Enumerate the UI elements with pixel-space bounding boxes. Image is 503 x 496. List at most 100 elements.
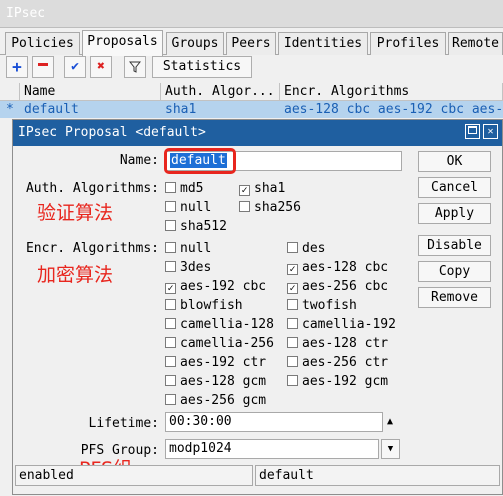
checkbox-icon[interactable]	[287, 375, 298, 386]
encr-twofish-option[interactable]: twofish	[287, 298, 357, 314]
encr-aes-128-gcm-option[interactable]: aes-128 gcm	[165, 374, 266, 390]
disable-x-icon[interactable]: ✖	[90, 56, 112, 78]
auth-null-option[interactable]: null	[165, 200, 211, 216]
option-label: aes-192 ctr	[180, 355, 267, 370]
pfs-group-select[interactable]: modp1024	[165, 439, 379, 459]
checkbox-icon[interactable]	[165, 242, 176, 253]
encr-blowfish-option[interactable]: blowfish	[165, 298, 243, 314]
option-label: blowfish	[180, 298, 243, 313]
checkbox-icon[interactable]	[165, 220, 176, 231]
auth-sha1-option[interactable]: ✓ sha1	[239, 181, 285, 197]
status-enabled: enabled	[15, 465, 253, 486]
checkbox-icon[interactable]	[287, 318, 298, 329]
option-label: camellia-128	[180, 317, 274, 332]
encr-camellia-128-option[interactable]: camellia-128	[165, 317, 274, 333]
checkbox-icon[interactable]	[165, 356, 176, 367]
checkbox-icon[interactable]	[287, 299, 298, 310]
ipsec-proposal-dialog: IPsec Proposal <default> ✕ Name: default…	[12, 119, 503, 495]
tab-proposals[interactable]: Proposals	[82, 30, 163, 56]
checkbox-checked-icon[interactable]: ✓	[287, 283, 298, 294]
lifetime-field[interactable]: 00:30:00	[165, 412, 383, 432]
remove-icon[interactable]	[32, 56, 54, 78]
toolbar: + ✔ ✖ Statistics	[0, 56, 503, 84]
encr-3des-option[interactable]: 3des	[165, 260, 211, 276]
add-icon[interactable]: +	[6, 56, 28, 78]
tab-peers[interactable]: Peers	[226, 32, 276, 55]
dropdown-icon[interactable]: ▼	[381, 439, 400, 459]
auth-sha512-option[interactable]: sha512	[165, 219, 227, 235]
option-label: null	[180, 241, 212, 256]
enable-check-icon[interactable]: ✔	[64, 56, 86, 78]
option-label: aes-128 gcm	[180, 374, 267, 389]
option-label: camellia-192	[302, 317, 396, 332]
encr-des-option[interactable]: des	[287, 241, 325, 257]
apply-button[interactable]: Apply	[418, 203, 491, 224]
encr-aes-256-gcm-option[interactable]: aes-256 gcm	[165, 393, 266, 409]
dialog-titlebar: IPsec Proposal <default> ✕	[13, 120, 502, 146]
tab-profiles[interactable]: Profiles	[370, 32, 446, 55]
proposals-table: Name Auth. Algor... Encr. Algorithms * d…	[0, 83, 503, 118]
checkbox-checked-icon[interactable]: ✓	[239, 185, 250, 196]
tab-groups[interactable]: Groups	[166, 32, 224, 55]
checkbox-icon[interactable]	[287, 337, 298, 348]
table-header-marker	[0, 83, 20, 101]
encr-camellia-192-option[interactable]: camellia-192	[287, 317, 396, 333]
auth-algorithms-label: Auth. Algorithms:	[25, 181, 159, 196]
app-titlebar: IPsec	[0, 0, 503, 28]
table-header-auth[interactable]: Auth. Algor...	[161, 83, 280, 101]
encr-aes-256-cbc-option[interactable]: ✓ aes-256 cbc	[287, 279, 388, 295]
remove-button[interactable]: Remove	[418, 287, 491, 308]
filter-icon[interactable]	[124, 56, 146, 78]
option-label: aes-256 cbc	[302, 279, 389, 294]
tab-identities[interactable]: Identities	[278, 32, 368, 55]
copy-button[interactable]: Copy	[418, 261, 491, 282]
checkbox-icon[interactable]	[165, 394, 176, 405]
auth-md5-option[interactable]: md5	[165, 181, 203, 197]
tab-policies[interactable]: Policies	[5, 32, 80, 55]
tab-bar: Policies Proposals Groups Peers Identiti…	[0, 30, 503, 56]
encr-camellia-256-option[interactable]: camellia-256	[165, 336, 274, 352]
option-label: null	[180, 200, 212, 215]
checkbox-checked-icon[interactable]: ✓	[165, 283, 176, 294]
checkbox-icon[interactable]	[165, 337, 176, 348]
encr-null-option[interactable]: null	[165, 241, 211, 257]
row-name: default	[24, 102, 79, 117]
row-default-marker: *	[6, 102, 14, 117]
statistics-button[interactable]: Statistics	[152, 56, 252, 78]
encr-aes-192-gcm-option[interactable]: aes-192 gcm	[287, 374, 388, 390]
checkbox-icon[interactable]	[165, 201, 176, 212]
encr-aes-128-ctr-option[interactable]: aes-128 ctr	[287, 336, 388, 352]
encr-aes-256-ctr-option[interactable]: aes-256 ctr	[287, 355, 388, 371]
ok-button[interactable]: OK	[418, 151, 491, 172]
option-label: aes-192 cbc	[180, 279, 267, 294]
row-encr: aes-128 cbc aes-192 cbc aes-256	[284, 102, 503, 117]
app-title: IPsec	[6, 6, 46, 21]
encr-aes-192-cbc-option[interactable]: ✓ aes-192 cbc	[165, 279, 266, 295]
checkbox-icon[interactable]	[287, 242, 298, 253]
table-header-name[interactable]: Name	[20, 83, 161, 101]
tab-remote[interactable]: Remote	[448, 32, 503, 55]
table-header-encr[interactable]: Encr. Algorithms	[280, 83, 503, 101]
option-label: aes-256 gcm	[180, 393, 267, 408]
window-maximize-icon[interactable]	[465, 124, 480, 139]
encr-aes-192-ctr-option[interactable]: aes-192 ctr	[165, 355, 266, 371]
cancel-button[interactable]: Cancel	[418, 177, 491, 198]
option-label: sha256	[254, 200, 301, 215]
checkbox-icon[interactable]	[239, 201, 250, 212]
spin-up-icon[interactable]: ▲	[387, 416, 393, 427]
checkbox-icon[interactable]	[287, 356, 298, 367]
checkbox-checked-icon[interactable]: ✓	[287, 264, 298, 275]
encr-aes-128-cbc-option[interactable]: ✓ aes-128 cbc	[287, 260, 388, 276]
checkbox-icon[interactable]	[165, 182, 176, 193]
option-label: aes-192 gcm	[302, 374, 389, 389]
dialog-title: IPsec Proposal <default>	[18, 125, 206, 140]
status-bar: enabled default	[13, 465, 502, 496]
window-close-icon[interactable]: ✕	[483, 124, 498, 139]
auth-sha256-option[interactable]: sha256	[239, 200, 301, 216]
name-highlight-annotation	[164, 148, 236, 174]
checkbox-icon[interactable]	[165, 375, 176, 386]
checkbox-icon[interactable]	[165, 299, 176, 310]
disable-button[interactable]: Disable	[418, 235, 491, 256]
checkbox-icon[interactable]	[165, 261, 176, 272]
checkbox-icon[interactable]	[165, 318, 176, 329]
